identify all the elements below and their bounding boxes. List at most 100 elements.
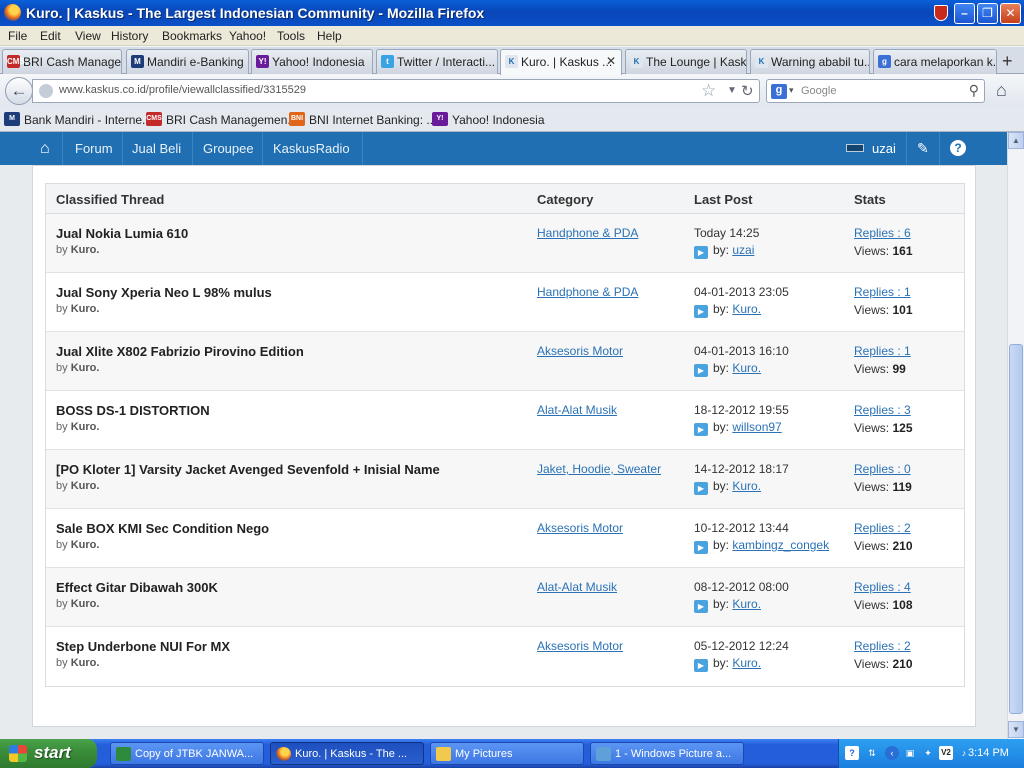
search-input[interactable]: Google [801, 85, 836, 97]
vmware-icon[interactable]: V2 [939, 746, 953, 760]
tab-warning[interactable]: K Warning ababil tu... [750, 49, 870, 74]
category-link[interactable]: Alat-Alat Musik [537, 580, 617, 594]
taskbar-item-excel[interactable]: Copy of JTBK JANWA... [110, 742, 264, 765]
replies-link[interactable]: Replies : 4 [854, 580, 911, 594]
menu-bookmarks[interactable]: Bookmarks [162, 29, 222, 43]
window-title-bar[interactable]: Kuro. | Kaskus - The Largest Indonesian … [0, 0, 1024, 26]
go-arrow-icon[interactable]: ▶ [694, 246, 708, 259]
reload-icon[interactable]: ↻ [741, 82, 754, 100]
thread-title[interactable]: BOSS DS-1 DISTORTION [56, 403, 210, 418]
menu-edit[interactable]: Edit [40, 29, 61, 43]
go-arrow-icon[interactable]: ▶ [694, 482, 708, 495]
menu-view[interactable]: View [75, 29, 101, 43]
chevron-down-icon[interactable]: ▾ [789, 85, 794, 96]
go-arrow-icon[interactable]: ▶ [694, 600, 708, 613]
thread-title[interactable]: [PO Kloter 1] Varsity Jacket Avenged Sev… [56, 462, 440, 477]
thread-title[interactable]: Jual Xlite X802 Fabrizio Pirovino Editio… [56, 344, 304, 359]
nav-groupee[interactable]: Groupee [203, 141, 254, 156]
user-name[interactable]: uzai [872, 141, 896, 156]
bookmark-bri[interactable]: CMS BRI Cash Managemen... [146, 112, 297, 127]
go-arrow-icon[interactable]: ▶ [694, 541, 708, 554]
thread-title[interactable]: Jual Nokia Lumia 610 [56, 226, 188, 241]
tab-yahoo[interactable]: Y! Yahoo! Indonesia [251, 49, 373, 74]
help-icon[interactable]: ? [950, 140, 966, 156]
menu-yahoo[interactable]: Yahoo! [229, 29, 266, 43]
scroll-up-icon[interactable]: ▲ [1008, 132, 1024, 149]
replies-link[interactable]: Replies : 2 [854, 521, 911, 535]
category-link[interactable]: Jaket, Hoodie, Sweater [537, 462, 661, 476]
minimize-button[interactable]: – [954, 3, 975, 24]
close-button[interactable]: ✕ [1000, 3, 1021, 24]
tab-bri[interactable]: CMS BRI Cash Manage... [2, 49, 122, 74]
category-link[interactable]: Aksesoris Motor [537, 344, 623, 358]
tab-kaskus-active[interactable]: K Kuro. | Kaskus ... ✕ [500, 49, 622, 75]
last-post-user[interactable]: Kuro. [732, 302, 761, 316]
last-post-user[interactable]: Kuro. [732, 656, 761, 670]
home-icon[interactable]: ⌂ [996, 80, 1007, 101]
search-bar[interactable]: g ▾ Google ⚲ [766, 79, 985, 103]
url-bar[interactable]: www.kaskus.co.id/profile/viewallclassifi… [32, 79, 760, 103]
home-icon[interactable]: ⌂ [40, 140, 50, 158]
replies-link[interactable]: Replies : 1 [854, 344, 911, 358]
tab-mandiri[interactable]: M Mandiri e-Banking ... [126, 49, 249, 74]
nav-kaskusradio[interactable]: KaskusRadio [273, 141, 350, 156]
go-arrow-icon[interactable]: ▶ [694, 364, 708, 377]
tab-google[interactable]: g cara melaporkan k... [873, 49, 997, 74]
tab-close-icon[interactable]: ✕ [606, 54, 616, 68]
last-post-user[interactable]: uzai [732, 243, 754, 257]
menu-file[interactable]: File [8, 29, 27, 43]
replies-link[interactable]: Replies : 2 [854, 639, 911, 653]
search-icon[interactable]: ⚲ [969, 82, 979, 99]
tab-twitter[interactable]: t Twitter / Interacti... [376, 49, 498, 74]
monitor-icon[interactable]: ▣ [903, 746, 917, 760]
vertical-scrollbar[interactable]: ▲ ▼ [1007, 132, 1024, 739]
bookmark-yahoo[interactable]: Y! Yahoo! Indonesia [432, 112, 545, 127]
nav-forum[interactable]: Forum [75, 141, 113, 156]
replies-link[interactable]: Replies : 0 [854, 462, 911, 476]
google-icon[interactable]: g [771, 84, 787, 99]
menu-history[interactable]: History [111, 29, 148, 43]
replies-link[interactable]: Replies : 1 [854, 285, 911, 299]
last-post-user[interactable]: Kuro. [732, 361, 761, 375]
network-icon[interactable]: ⇅ [865, 746, 879, 760]
scroll-thumb[interactable] [1009, 344, 1023, 714]
bookmark-mandiri[interactable]: M Bank Mandiri - Interne... [4, 112, 152, 127]
nav-jual-beli[interactable]: Jual Beli [132, 141, 181, 156]
star-icon[interactable]: ✦ [921, 746, 935, 760]
bookmark-bni[interactable]: BNI BNI Internet Banking: ... [289, 112, 436, 127]
category-link[interactable]: Alat-Alat Musik [537, 403, 617, 417]
restore-button[interactable]: ❐ [977, 3, 998, 24]
pencil-icon[interactable]: ✎ [917, 140, 929, 157]
go-arrow-icon[interactable]: ▶ [694, 659, 708, 672]
menu-tools[interactable]: Tools [277, 29, 305, 43]
menu-help[interactable]: Help [317, 29, 342, 43]
taskbar-item-firefox[interactable]: Kuro. | Kaskus - The ... [270, 742, 424, 765]
bookmark-star-icon[interactable]: ☆ [701, 81, 716, 101]
taskbar-item-my-pictures[interactable]: My Pictures [430, 742, 584, 765]
last-post-user[interactable]: willson97 [732, 420, 781, 434]
tab-lounge[interactable]: K The Lounge | Kask... [625, 49, 747, 74]
category-link[interactable]: Handphone & PDA [537, 226, 638, 240]
thread-title[interactable]: Step Underbone NUI For MX [56, 639, 230, 654]
thread-title[interactable]: Sale BOX KMI Sec Condition Nego [56, 521, 269, 536]
start-button[interactable]: start [0, 739, 97, 768]
category-link[interactable]: Aksesoris Motor [537, 639, 623, 653]
last-post-user[interactable]: kambingz_congek [732, 538, 829, 552]
chevron-down-icon[interactable]: ▼ [727, 85, 737, 96]
url-text[interactable]: www.kaskus.co.id/profile/viewallclassifi… [59, 84, 306, 96]
last-post-user[interactable]: Kuro. [732, 597, 761, 611]
thread-title[interactable]: Effect Gitar Dibawah 300K [56, 580, 218, 595]
go-arrow-icon[interactable]: ▶ [694, 423, 708, 436]
last-post-user[interactable]: Kuro. [732, 479, 761, 493]
chevron-left-icon[interactable]: ‹ [885, 746, 899, 760]
scroll-down-icon[interactable]: ▼ [1008, 721, 1024, 738]
category-link[interactable]: Aksesoris Motor [537, 521, 623, 535]
back-arrow-icon[interactable]: ← [5, 77, 33, 105]
category-link[interactable]: Handphone & PDA [537, 285, 638, 299]
thread-title[interactable]: Jual Sony Xperia Neo L 98% mulus [56, 285, 272, 300]
help-icon[interactable]: ? [845, 746, 859, 760]
taskbar-item-picture-viewer[interactable]: 1 - Windows Picture a... [590, 742, 744, 765]
go-arrow-icon[interactable]: ▶ [694, 305, 708, 318]
new-tab-icon[interactable]: + [1002, 51, 1013, 72]
replies-link[interactable]: Replies : 3 [854, 403, 911, 417]
